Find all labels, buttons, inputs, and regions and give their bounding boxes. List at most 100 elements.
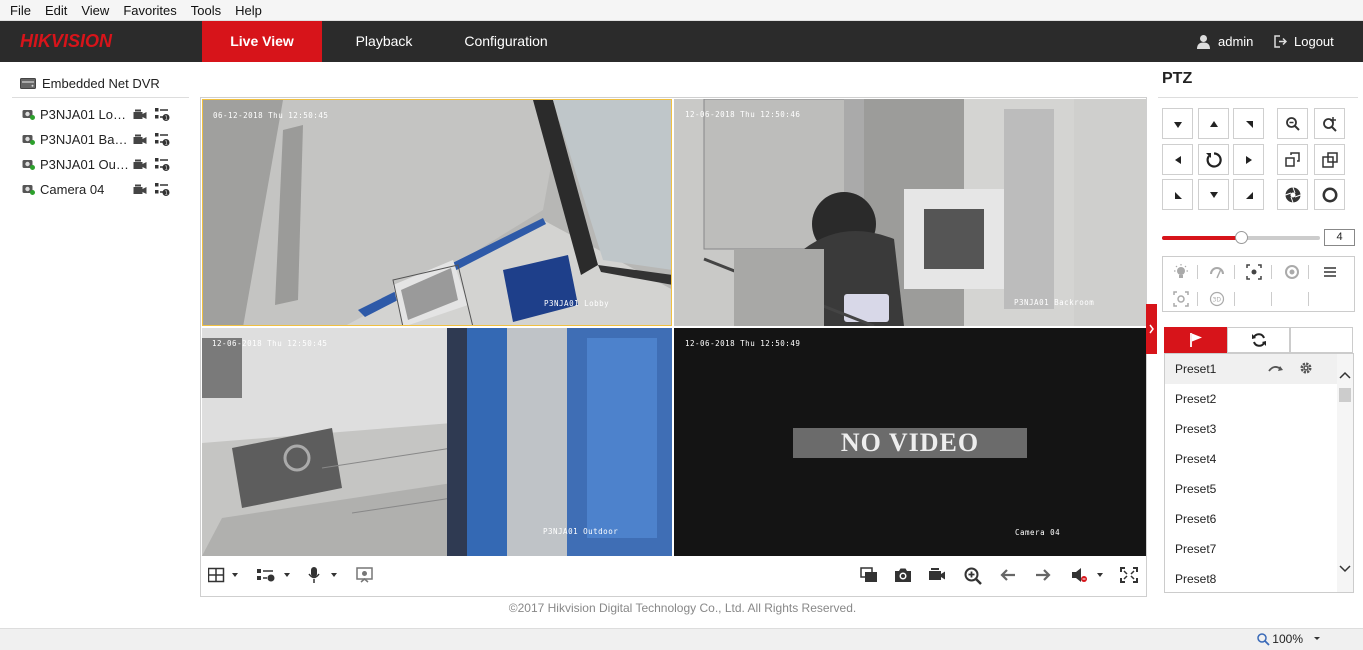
tab-pattern[interactable] [1290, 327, 1353, 353]
volume-button[interactable] [1071, 567, 1105, 586]
digital-zoom-button[interactable] [964, 567, 982, 588]
iris-close-button[interactable] [1277, 179, 1308, 210]
preset-item[interactable]: Preset8 [1165, 564, 1337, 592]
record-icon[interactable] [133, 159, 147, 171]
ptz-up-button[interactable] [1198, 108, 1229, 139]
record-icon[interactable] [133, 134, 147, 146]
tab-configuration[interactable]: Configuration [450, 21, 562, 62]
tree-camera-item[interactable]: Camera 04 1 [12, 177, 189, 202]
manual-tracking-button[interactable] [1172, 290, 1190, 308]
zoom-control[interactable]: 100% [1257, 632, 1323, 646]
ptz-down-left-button[interactable] [1162, 179, 1193, 210]
tree-root-dvr[interactable]: Embedded Net DVR [12, 70, 189, 98]
ptz-left-button[interactable] [1162, 144, 1193, 175]
zoom-out-button[interactable] [1277, 108, 1308, 139]
menu-file[interactable]: File [10, 3, 31, 18]
svg-text:1: 1 [165, 116, 168, 122]
grid-layout-icon [207, 567, 238, 583]
camera-online-icon [22, 110, 35, 120]
audio-talk-button[interactable] [307, 567, 337, 586]
user-icon [1197, 35, 1210, 49]
record-icon [929, 568, 945, 580]
preset-item[interactable]: Preset3 [1165, 414, 1337, 444]
preset-item[interactable]: Preset2 [1165, 384, 1337, 414]
ptz-up-left-button[interactable] [1162, 108, 1193, 139]
ptz-speed-handle[interactable] [1235, 231, 1248, 244]
scroll-down-icon[interactable] [1337, 562, 1353, 576]
focus-far-button[interactable] [1314, 144, 1345, 175]
ezoom-button[interactable] [356, 567, 374, 586]
preset-item[interactable]: Preset5 [1165, 474, 1337, 504]
settings-gear-icon[interactable] [1299, 361, 1313, 375]
auxiliary-focus-button[interactable] [1245, 263, 1263, 281]
aux-focus-icon [1246, 264, 1262, 280]
ptz-auto-button[interactable] [1198, 144, 1229, 175]
stop-all-button[interactable] [860, 567, 878, 586]
scroll-thumb[interactable] [1339, 388, 1351, 402]
light-button[interactable] [1172, 263, 1190, 281]
record-button[interactable] [928, 567, 946, 586]
arrow-left-icon [1174, 155, 1181, 164]
ptz-speed-slider[interactable] [1162, 231, 1320, 244]
video-tile-backroom[interactable]: 12-06-2018 Thu 12:50:46 P3NJA01 Backroom [674, 99, 1146, 326]
scroll-up-icon[interactable] [1337, 368, 1353, 382]
preset-item[interactable]: Preset4 [1165, 444, 1337, 474]
preset-label: Preset7 [1175, 542, 1217, 556]
preset-item[interactable]: Preset1 [1165, 354, 1337, 384]
next-page-button[interactable] [1034, 567, 1052, 586]
tab-patrols[interactable] [1227, 327, 1290, 353]
preset-item[interactable]: Preset7 [1165, 534, 1337, 564]
enhance-icon [356, 567, 373, 583]
tab-live-view[interactable]: Live View [202, 21, 322, 62]
menu-tools[interactable]: Tools [191, 3, 221, 18]
tree-camera-item[interactable]: P3NJA01 Lobby 1 [12, 102, 189, 127]
ptz-menu-button[interactable] [1321, 263, 1339, 281]
ptz-up-right-button[interactable] [1233, 108, 1264, 139]
stream-type-icon[interactable]: 1 [155, 107, 170, 122]
video-tile-lobby[interactable]: 06-12-2018 Thu 12:50:45 P3NJA01 Lobby [202, 99, 672, 326]
call-preset-icon[interactable] [1268, 363, 1284, 375]
patrol-icon [1251, 333, 1266, 347]
tree-camera-item[interactable]: P3NJA01 Outdoor 1 [12, 152, 189, 177]
menu-edit[interactable]: Edit [45, 3, 67, 18]
ptz-right-button[interactable] [1233, 144, 1264, 175]
tab-presets[interactable] [1164, 327, 1227, 353]
stream-type-icon[interactable]: 1 [155, 157, 170, 172]
stream-type-icon[interactable]: 1 [155, 182, 170, 197]
stream-type-icon[interactable]: 1 [155, 132, 170, 147]
ptz-down-button[interactable] [1198, 179, 1229, 210]
preset-item[interactable]: Preset6 [1165, 504, 1337, 534]
tree-camera-item[interactable]: P3NJA01 Backroom 1 [12, 127, 189, 152]
capture-button[interactable] [894, 567, 912, 586]
3d-zoom-button[interactable]: 3D [1208, 290, 1226, 308]
record-icon[interactable] [133, 109, 147, 121]
lens-initialization-button[interactable] [1283, 263, 1301, 281]
magnifier-icon [1257, 632, 1270, 646]
logout-button[interactable]: Logout [1274, 21, 1334, 62]
record-icon[interactable] [133, 184, 147, 196]
ptz-speed-value[interactable]: 4 [1324, 229, 1355, 246]
ptz-down-right-button[interactable] [1233, 179, 1264, 210]
tab-playback[interactable]: Playback [336, 21, 432, 62]
wiper-icon [1210, 267, 1224, 279]
window-division-button[interactable] [207, 567, 238, 586]
menu-view[interactable]: View [81, 3, 109, 18]
preset-list-scrollbar[interactable] [1337, 354, 1353, 592]
focus-near-button[interactable] [1277, 144, 1308, 175]
video-tile-camera-04[interactable]: 12-06-2018 Thu 12:50:49 NO VIDEO Camera … [674, 328, 1146, 556]
arrow-up-left-icon [1173, 121, 1182, 128]
device-tree: Embedded Net DVR P3NJA01 Lobby 1 P3NJA01 B… [12, 70, 189, 202]
zoom-in-button[interactable] [1314, 108, 1345, 139]
fullscreen-button[interactable] [1120, 567, 1138, 586]
focus-near-icon [1284, 151, 1300, 167]
menu-favorites[interactable]: Favorites [123, 3, 176, 18]
ptz-speed-fill [1162, 236, 1241, 240]
camera-online-icon [22, 185, 35, 195]
previous-page-button[interactable] [999, 567, 1017, 586]
iris-open-button[interactable] [1314, 179, 1345, 210]
wiper-button[interactable] [1208, 263, 1226, 281]
stream-type-button[interactable] [257, 567, 291, 586]
user-menu[interactable]: admin [1196, 21, 1253, 62]
video-tile-outdoor[interactable]: 12-06-2018 Thu 12:50:45 P3NJA01 Outdoor [202, 328, 672, 556]
menu-help[interactable]: Help [235, 3, 262, 18]
